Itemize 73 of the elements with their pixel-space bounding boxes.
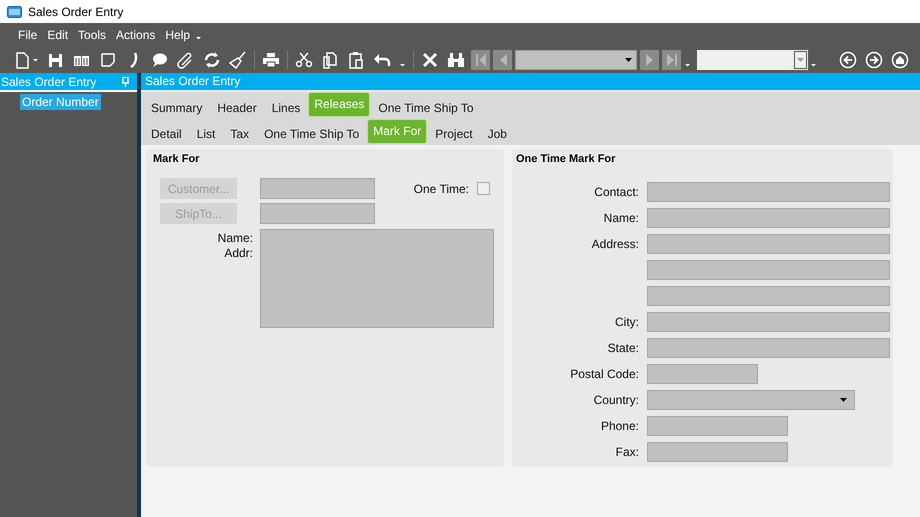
tab[interactable]: Detail <box>144 123 189 145</box>
tab[interactable]: Summary <box>144 96 210 118</box>
menu-item[interactable]: File <box>13 28 42 42</box>
field-label: Name: <box>602 211 639 225</box>
input-field[interactable] <box>647 286 890 306</box>
first-icon <box>474 52 486 66</box>
next-button[interactable] <box>640 50 659 70</box>
dropdown-field[interactable] <box>647 390 855 410</box>
tab[interactable]: One Time Ship To <box>257 123 366 145</box>
printer-icon[interactable] <box>262 50 280 68</box>
scissors-icon[interactable] <box>295 50 313 68</box>
field-label: Country: <box>592 393 639 407</box>
menu-item[interactable]: Edit <box>42 28 74 42</box>
window-icon <box>7 6 22 18</box>
previous-button[interactable] <box>493 50 512 70</box>
input-field[interactable] <box>647 416 788 436</box>
last-button[interactable] <box>662 50 681 70</box>
next-icon <box>644 52 656 66</box>
note-icon[interactable] <box>99 50 117 68</box>
first-button[interactable] <box>471 50 490 70</box>
checkbox[interactable] <box>477 182 490 195</box>
caret-icon <box>625 58 632 62</box>
input-field[interactable] <box>647 364 758 384</box>
section-title: One Time Mark For <box>516 153 616 165</box>
tab[interactable]: Project <box>428 123 480 145</box>
menu-item[interactable]: Actions <box>111 28 160 42</box>
input-field[interactable] <box>647 234 890 254</box>
panel-title: Sales Order Entry <box>1 74 96 88</box>
field-label: Phone: <box>600 419 639 433</box>
input-field[interactable] <box>647 208 890 228</box>
tab[interactable]: One Time Ship To <box>371 96 481 118</box>
copy-icon[interactable] <box>321 50 339 68</box>
input-field[interactable] <box>260 203 375 224</box>
forward-icon[interactable] <box>865 50 883 68</box>
field-label: Postal Code: <box>569 367 639 381</box>
input-field[interactable] <box>647 312 890 332</box>
tab[interactable]: Header <box>210 96 264 118</box>
input-field[interactable] <box>647 182 890 202</box>
section-title: Mark For <box>153 153 200 165</box>
field-label: State: <box>606 341 639 355</box>
field-label: One Time: <box>414 182 469 196</box>
paste-icon[interactable] <box>347 50 365 68</box>
tab[interactable]: Job <box>480 123 514 145</box>
field-label: Addr: <box>224 246 253 261</box>
input-field[interactable] <box>647 442 788 462</box>
window-title: Sales Order Entry <box>28 4 124 18</box>
field-label: Name: <box>218 231 253 246</box>
field-label: Fax: <box>614 445 639 459</box>
combo-field[interactable] <box>697 50 808 70</box>
brush-icon[interactable] <box>229 50 247 68</box>
field-label: Contact: <box>593 185 639 199</box>
tab[interactable]: List <box>190 123 222 145</box>
field-label: City: <box>614 315 639 329</box>
last-icon <box>666 52 678 66</box>
tab[interactable]: Lines <box>264 96 308 118</box>
back-icon[interactable] <box>839 50 857 68</box>
chat-bubble-icon[interactable] <box>151 50 169 68</box>
input-field[interactable] <box>260 178 375 199</box>
record-dropdown[interactable] <box>515 50 637 70</box>
corner-marker-icon <box>368 179 374 185</box>
refresh-icon[interactable] <box>203 50 221 68</box>
caret-icon <box>797 58 804 62</box>
delete-icon[interactable] <box>421 50 439 68</box>
binoculars-icon[interactable] <box>447 50 465 68</box>
input-field[interactable] <box>647 338 890 358</box>
menu-item[interactable]: Tools <box>73 28 112 42</box>
content-title: Sales Order Entry <box>145 74 240 88</box>
tab[interactable]: Tax <box>223 123 256 145</box>
menu-item[interactable]: Help <box>160 28 196 42</box>
home-icon[interactable] <box>891 50 909 68</box>
field-label: Address: <box>590 237 639 251</box>
caret-icon <box>840 398 847 402</box>
input-field[interactable] <box>647 260 890 280</box>
